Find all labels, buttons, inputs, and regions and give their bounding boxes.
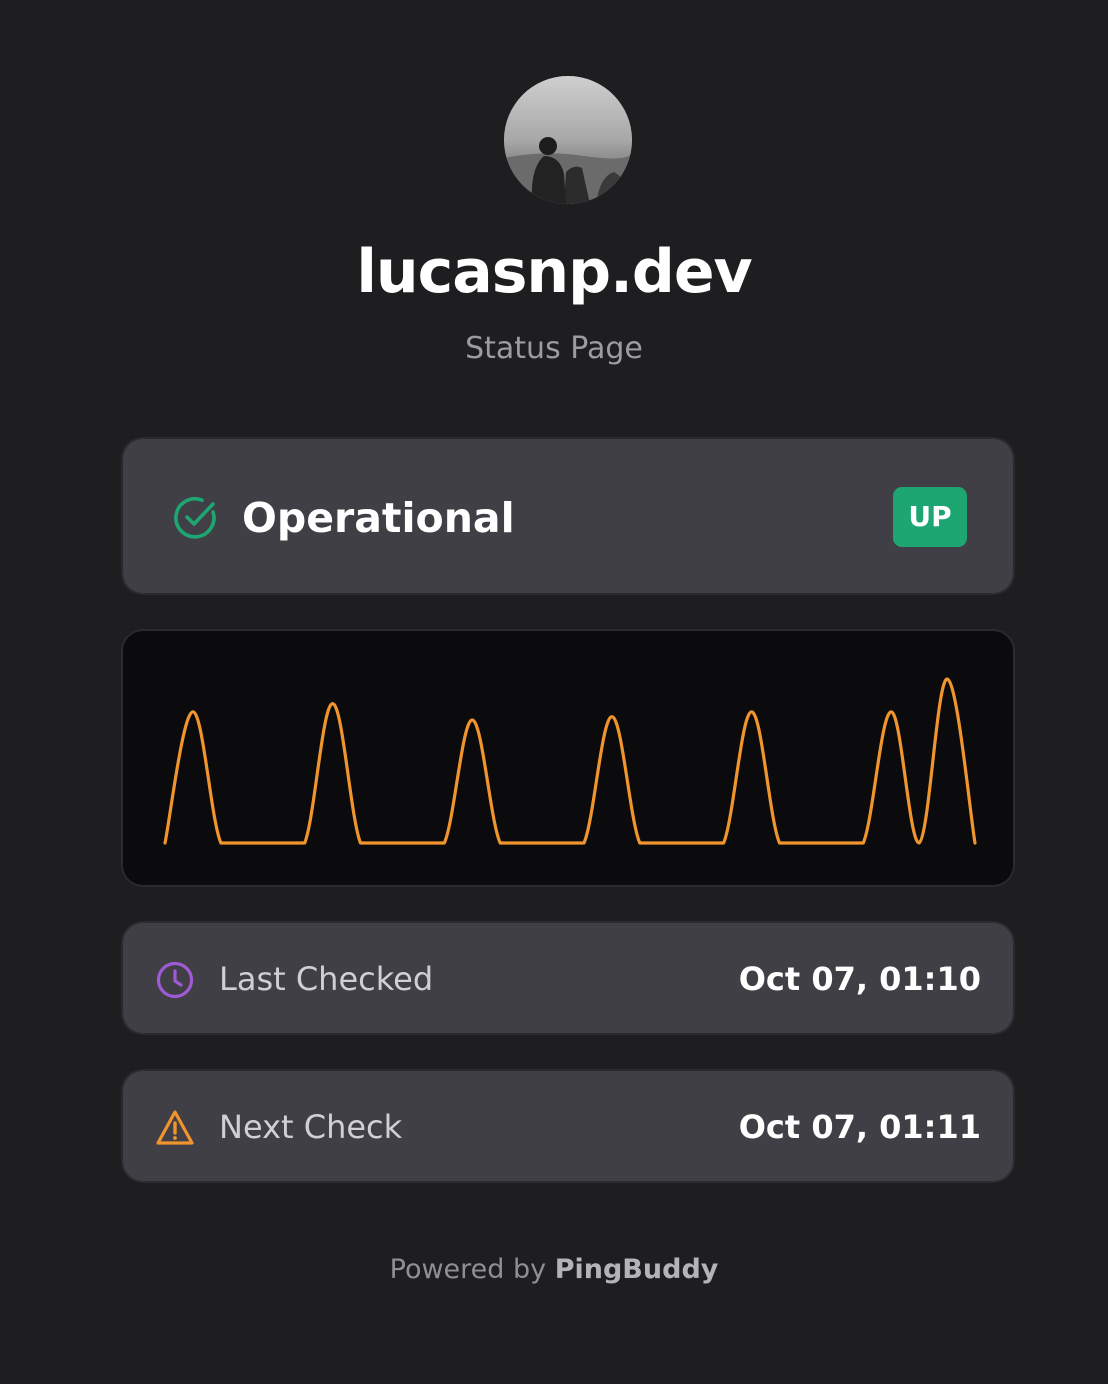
last-checked-label: Last Checked	[219, 960, 434, 998]
last-checked-value: Oct 07, 01:10	[738, 960, 981, 998]
next-check-label: Next Check	[219, 1108, 403, 1146]
page-subtitle: Status Page	[465, 331, 643, 366]
last-checked-card: Last Checked Oct 07, 01:10	[121, 921, 1015, 1035]
status-card: Operational UP	[121, 437, 1015, 595]
warning-icon	[156, 1110, 194, 1145]
next-check-value: Oct 07, 01:11	[738, 1108, 981, 1146]
footer-brand-link[interactable]: PingBuddy	[555, 1254, 719, 1285]
status-label: Operational	[242, 494, 515, 542]
footer: Powered by PingBuddy	[0, 1252, 1108, 1288]
check-circle-icon	[174, 497, 216, 539]
uptime-chart	[121, 629, 1015, 887]
page-title: lucasnp.dev	[356, 237, 752, 307]
footer-prefix: Powered by	[389, 1254, 547, 1285]
clock-icon	[156, 961, 194, 999]
response-time-line	[163, 677, 977, 845]
avatar	[504, 76, 632, 204]
next-check-card: Next Check Oct 07, 01:11	[121, 1069, 1015, 1183]
status-badge: UP	[893, 487, 967, 547]
